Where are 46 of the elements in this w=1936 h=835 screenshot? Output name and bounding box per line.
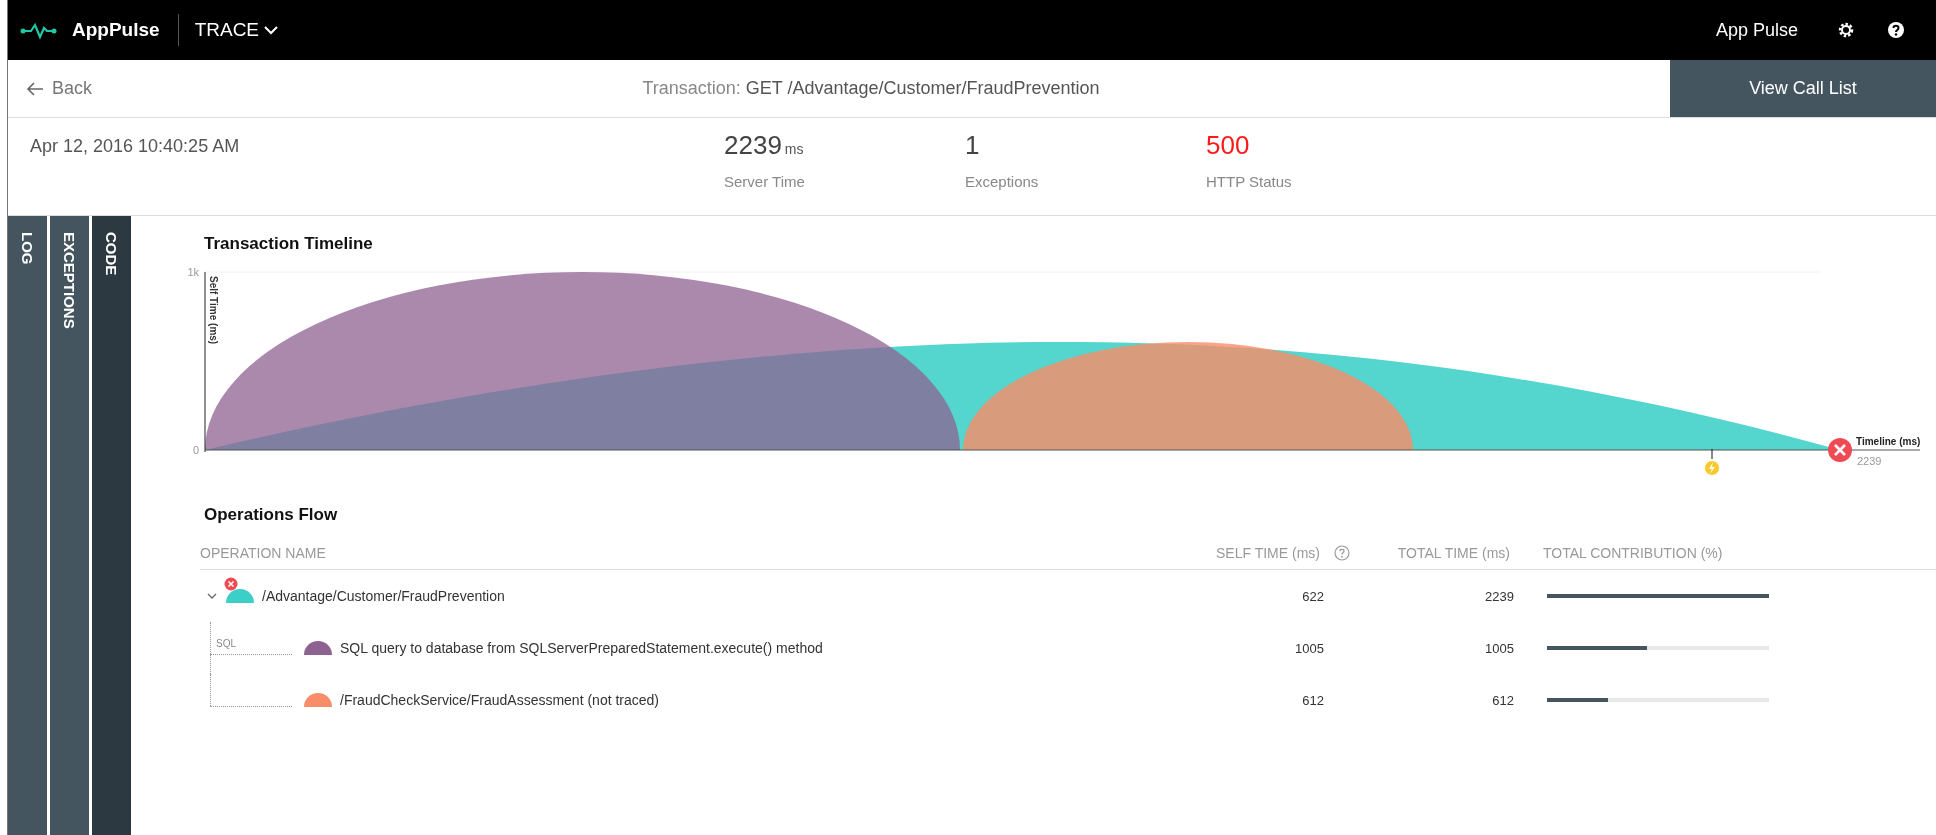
connector-label: SQL (216, 638, 236, 649)
column-header: OPERATION NAME (200, 544, 327, 561)
settings-icon[interactable] (1836, 20, 1856, 40)
section-title: Operations Flow (204, 505, 339, 525)
x-axis-label: Timeline (ms) (1856, 436, 1921, 447)
pulse-logo-icon (20, 20, 58, 40)
chevron-down-icon (263, 25, 280, 35)
side-tab[interactable]: LOG (8, 216, 47, 835)
y-tick-label: 0 (192, 444, 199, 456)
operation-name[interactable]: /Advantage/Customer/FraudPrevention (262, 588, 505, 604)
timestamp: Apr 12, 2016 10:40:25 AM (29, 135, 241, 157)
exception-marker-icon[interactable] (1705, 448, 1719, 475)
self-time-cell-text: 622 (1301, 588, 1324, 604)
x-end-label: 2239 (1857, 455, 1882, 467)
view-call-list-button[interactable]: View Call List (1670, 60, 1936, 117)
y-tick-label: 1k (187, 266, 199, 278)
operation-name[interactable]: SQL query to database from SQLServerPreparedStatement.execute() method (340, 640, 823, 656)
operation-name[interactable]: /FraudCheckService/FraudAssessment (not traced) (340, 692, 659, 708)
self-time-cell-text: 612 (1301, 692, 1324, 708)
product-name: AppPulse (72, 19, 160, 41)
stat-unit: ms (784, 141, 804, 157)
back-link[interactable]: Back (26, 78, 93, 99)
stat-value: 1 (965, 130, 980, 160)
stat-label: HTTP Status (1206, 173, 1293, 190)
stat-label: Server Time (724, 173, 806, 190)
self-time-cell-text: 1005 (1294, 640, 1324, 656)
column-header: TOTAL CONTRIBUTION (%) (1543, 544, 1724, 561)
stat-value: 500 (1206, 130, 1250, 160)
column-header: SELF TIME (ms) (1215, 544, 1320, 561)
total-time-cell-text: 2239 (1484, 588, 1514, 604)
help-icon[interactable] (1886, 20, 1906, 40)
column-header: TOTAL TIME (ms) (1396, 544, 1510, 561)
side-tab[interactable]: EXCEPTIONS (50, 216, 89, 835)
side-tab[interactable]: CODE (92, 216, 131, 835)
module-dropdown[interactable]: TRACE (194, 19, 280, 41)
error-icon[interactable] (1828, 438, 1852, 462)
stat-label: Exceptions (965, 173, 1040, 190)
total-time-cell-text: 612 (1491, 692, 1514, 708)
total-time-cell-text: 1005 (1484, 640, 1514, 656)
arrow-left-icon (26, 81, 44, 96)
transaction-name: GET /Advantage/Customer/FraudPrevention (745, 78, 1100, 98)
transaction-label: Transaction: (642, 78, 741, 98)
section-title: Transaction Timeline (204, 234, 374, 254)
app-name-label[interactable]: App Pulse (1715, 19, 1798, 41)
stat-value: 2239 (724, 130, 782, 160)
y-axis-label: Self Time (ms) (208, 276, 219, 345)
